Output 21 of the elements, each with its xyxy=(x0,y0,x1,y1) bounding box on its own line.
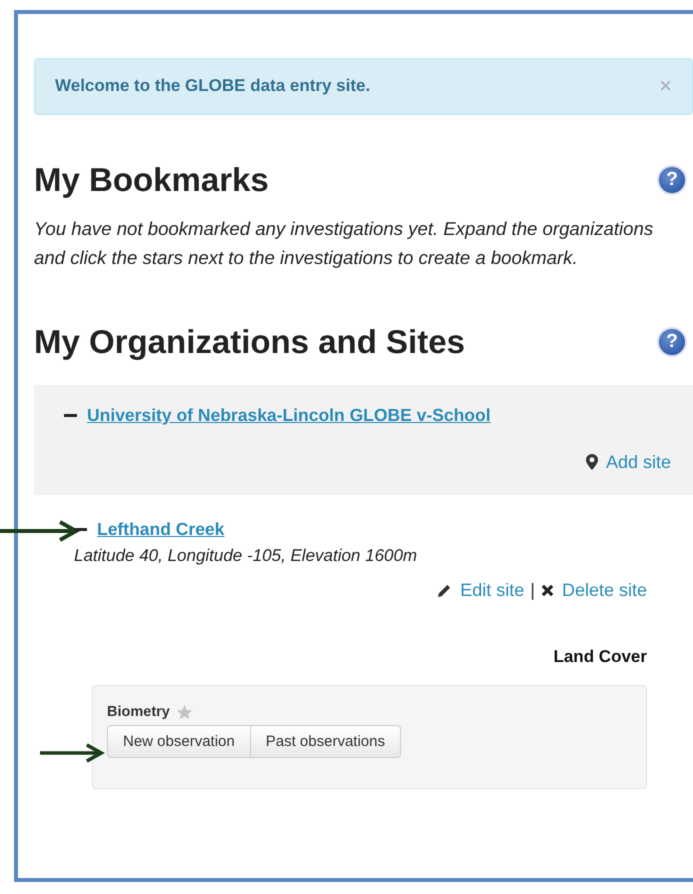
observation-button[interactable]: New observation xyxy=(107,724,251,758)
delete-site-link[interactable]: Delete site xyxy=(540,580,647,601)
protocol-name: Biometry xyxy=(107,704,170,720)
help-button[interactable]: ? xyxy=(657,165,687,195)
section-heading: My Organizations and Sites xyxy=(34,322,465,361)
edit-site-link[interactable]: Edit site xyxy=(437,580,524,601)
alert-message: Welcome to the GLOBE data entry site. xyxy=(55,76,370,96)
site-link[interactable]: Lefthand Creek xyxy=(97,518,224,540)
add-site-link[interactable]: Add site xyxy=(586,452,671,473)
protocol-group-label: Land Cover xyxy=(552,646,647,667)
organization-link[interactable]: University of Nebraska-Lincoln GLOBE v-School xyxy=(87,404,491,426)
section-heading: My Bookmarks xyxy=(34,161,269,199)
site-details: Latitude 40, Longitude -105, Elevation 1600m xyxy=(74,546,418,566)
star-icon[interactable] xyxy=(176,704,193,721)
observation-button[interactable]: Past observations xyxy=(250,724,401,758)
separator: | xyxy=(530,580,535,601)
help-button[interactable]: ? xyxy=(657,326,687,357)
close-icon xyxy=(540,584,554,597)
pencil-icon xyxy=(437,582,452,598)
bookmarks-message: You have not bookmarked any investigations yet. Expand the organizations and click the stars next to the investigations to create a bookmark. xyxy=(34,217,654,270)
map-pin-icon xyxy=(586,454,598,470)
